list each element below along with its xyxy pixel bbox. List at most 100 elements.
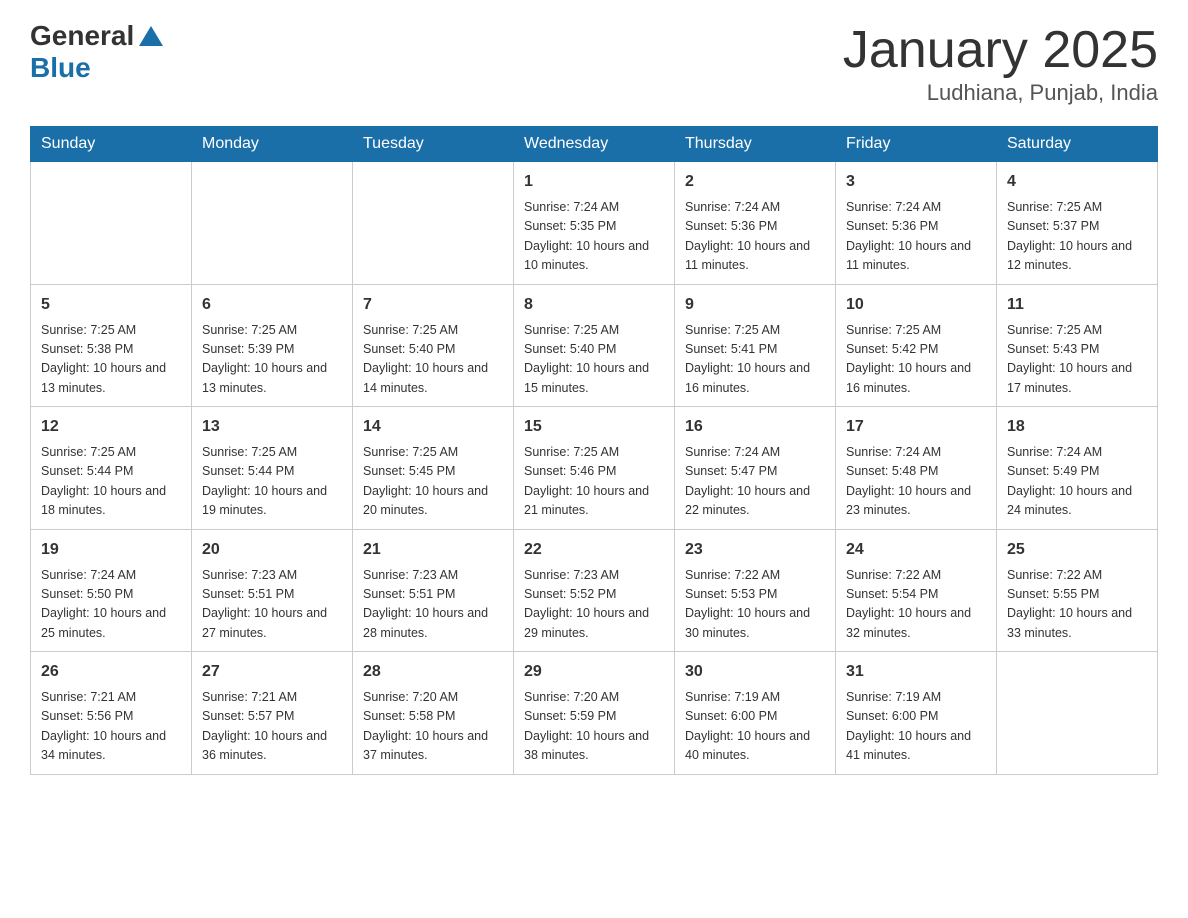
calendar-cell: 31 Sunrise: 7:19 AM Sunset: 6:00 PM Dayli… xyxy=(836,652,997,775)
day-number: 4 xyxy=(1007,170,1147,194)
day-number: 24 xyxy=(846,538,986,562)
day-number: 31 xyxy=(846,660,986,684)
day-number: 20 xyxy=(202,538,342,562)
calendar-cell: 24 Sunrise: 7:22 AM Sunset: 5:54 PM Dayli… xyxy=(836,529,997,652)
calendar-cell: 16Sunrise: 7:24 AM Sunset: 5:47 PM Dayli… xyxy=(675,407,836,530)
day-info: Sunrise: 7:24 AM Sunset: 5:36 PM Dayligh… xyxy=(685,198,825,276)
calendar-cell: 15 Sunrise: 7:25 AM Sunset: 5:46 PM Dayli… xyxy=(514,407,675,530)
calendar-cell: 2Sunrise: 7:24 AM Sunset: 5:36 PM Daylig… xyxy=(675,162,836,285)
day-info: Sunrise: 7:25 AM Sunset: 5:38 PM Dayligh… xyxy=(41,321,181,399)
day-info: Sunrise: 7:25 AM Sunset: 5:46 PM Dayligh… xyxy=(524,443,664,521)
day-number: 25 xyxy=(1007,538,1147,562)
calendar-title: January 2025 xyxy=(843,20,1158,80)
week-row-3: 12 Sunrise: 7:25 AM Sunset: 5:44 PM Dayli… xyxy=(31,407,1158,530)
day-info: Sunrise: 7:24 AM Sunset: 5:36 PM Dayligh… xyxy=(846,198,986,276)
calendar-table: SundayMondayTuesdayWednesdayThursdayFrid… xyxy=(30,126,1158,775)
day-info: Sunrise: 7:24 AM Sunset: 5:50 PM Dayligh… xyxy=(41,566,181,644)
day-info: Sunrise: 7:19 AM Sunset: 6:00 PM Dayligh… xyxy=(846,688,986,766)
calendar-cell: 25 Sunrise: 7:22 AM Sunset: 5:55 PM Dayli… xyxy=(997,529,1158,652)
day-info: Sunrise: 7:24 AM Sunset: 5:48 PM Dayligh… xyxy=(846,443,986,521)
day-header-monday: Monday xyxy=(192,127,353,162)
logo-blue-text: Blue xyxy=(30,52,91,83)
day-number: 13 xyxy=(202,415,342,439)
day-info: Sunrise: 7:21 AM Sunset: 5:56 PM Dayligh… xyxy=(41,688,181,766)
day-number: 10 xyxy=(846,293,986,317)
day-number: 17 xyxy=(846,415,986,439)
day-info: Sunrise: 7:25 AM Sunset: 5:43 PM Dayligh… xyxy=(1007,321,1147,399)
week-row-1: 1 Sunrise: 7:24 AM Sunset: 5:35 PM Daylig… xyxy=(31,162,1158,285)
calendar-cell xyxy=(31,162,192,285)
day-number: 14 xyxy=(363,415,503,439)
day-number: 8 xyxy=(524,293,664,317)
day-number: 9 xyxy=(685,293,825,317)
calendar-cell: 13 Sunrise: 7:25 AM Sunset: 5:44 PM Dayli… xyxy=(192,407,353,530)
days-header-row: SundayMondayTuesdayWednesdayThursdayFrid… xyxy=(31,127,1158,162)
calendar-cell xyxy=(353,162,514,285)
day-info: Sunrise: 7:20 AM Sunset: 5:59 PM Dayligh… xyxy=(524,688,664,766)
calendar-cell: 9 Sunrise: 7:25 AM Sunset: 5:41 PM Daylig… xyxy=(675,284,836,407)
day-number: 6 xyxy=(202,293,342,317)
calendar-cell: 6 Sunrise: 7:25 AM Sunset: 5:39 PM Daylig… xyxy=(192,284,353,407)
day-info: Sunrise: 7:25 AM Sunset: 5:40 PM Dayligh… xyxy=(524,321,664,399)
day-number: 27 xyxy=(202,660,342,684)
day-info: Sunrise: 7:25 AM Sunset: 5:39 PM Dayligh… xyxy=(202,321,342,399)
calendar-cell: 27Sunrise: 7:21 AM Sunset: 5:57 PM Dayli… xyxy=(192,652,353,775)
calendar-cell: 21 Sunrise: 7:23 AM Sunset: 5:51 PM Dayli… xyxy=(353,529,514,652)
day-number: 7 xyxy=(363,293,503,317)
week-row-4: 19 Sunrise: 7:24 AM Sunset: 5:50 PM Dayli… xyxy=(31,529,1158,652)
day-number: 5 xyxy=(41,293,181,317)
day-number: 11 xyxy=(1007,293,1147,317)
day-number: 23 xyxy=(685,538,825,562)
page-header: General Blue January 2025 Ludhiana, Punj… xyxy=(30,20,1158,106)
day-number: 12 xyxy=(41,415,181,439)
day-info: Sunrise: 7:24 AM Sunset: 5:35 PM Dayligh… xyxy=(524,198,664,276)
day-header-sunday: Sunday xyxy=(31,127,192,162)
day-info: Sunrise: 7:22 AM Sunset: 5:55 PM Dayligh… xyxy=(1007,566,1147,644)
calendar-cell: 11 Sunrise: 7:25 AM Sunset: 5:43 PM Dayli… xyxy=(997,284,1158,407)
calendar-cell: 4 Sunrise: 7:25 AM Sunset: 5:37 PM Daylig… xyxy=(997,162,1158,285)
day-info: Sunrise: 7:25 AM Sunset: 5:41 PM Dayligh… xyxy=(685,321,825,399)
day-info: Sunrise: 7:23 AM Sunset: 5:51 PM Dayligh… xyxy=(363,566,503,644)
calendar-cell xyxy=(997,652,1158,775)
calendar-subtitle: Ludhiana, Punjab, India xyxy=(843,80,1158,106)
calendar-cell xyxy=(192,162,353,285)
day-info: Sunrise: 7:25 AM Sunset: 5:40 PM Dayligh… xyxy=(363,321,503,399)
calendar-cell: 28Sunrise: 7:20 AM Sunset: 5:58 PM Dayli… xyxy=(353,652,514,775)
day-header-wednesday: Wednesday xyxy=(514,127,675,162)
day-header-thursday: Thursday xyxy=(675,127,836,162)
calendar-cell: 17 Sunrise: 7:24 AM Sunset: 5:48 PM Dayli… xyxy=(836,407,997,530)
day-number: 19 xyxy=(41,538,181,562)
day-info: Sunrise: 7:25 AM Sunset: 5:37 PM Dayligh… xyxy=(1007,198,1147,276)
day-info: Sunrise: 7:20 AM Sunset: 5:58 PM Dayligh… xyxy=(363,688,503,766)
day-header-saturday: Saturday xyxy=(997,127,1158,162)
day-number: 29 xyxy=(524,660,664,684)
calendar-cell: 30Sunrise: 7:19 AM Sunset: 6:00 PM Dayli… xyxy=(675,652,836,775)
day-info: Sunrise: 7:24 AM Sunset: 5:49 PM Dayligh… xyxy=(1007,443,1147,521)
calendar-cell: 1 Sunrise: 7:24 AM Sunset: 5:35 PM Daylig… xyxy=(514,162,675,285)
day-info: Sunrise: 7:25 AM Sunset: 5:44 PM Dayligh… xyxy=(41,443,181,521)
calendar-cell: 29 Sunrise: 7:20 AM Sunset: 5:59 PM Dayli… xyxy=(514,652,675,775)
day-header-friday: Friday xyxy=(836,127,997,162)
calendar-cell: 26Sunrise: 7:21 AM Sunset: 5:56 PM Dayli… xyxy=(31,652,192,775)
day-number: 22 xyxy=(524,538,664,562)
calendar-cell: 3Sunrise: 7:24 AM Sunset: 5:36 PM Daylig… xyxy=(836,162,997,285)
day-info: Sunrise: 7:24 AM Sunset: 5:47 PM Dayligh… xyxy=(685,443,825,521)
day-number: 21 xyxy=(363,538,503,562)
day-number: 15 xyxy=(524,415,664,439)
day-info: Sunrise: 7:22 AM Sunset: 5:53 PM Dayligh… xyxy=(685,566,825,644)
calendar-cell: 10Sunrise: 7:25 AM Sunset: 5:42 PM Dayli… xyxy=(836,284,997,407)
day-number: 1 xyxy=(524,170,664,194)
day-info: Sunrise: 7:25 AM Sunset: 5:44 PM Dayligh… xyxy=(202,443,342,521)
calendar-cell: 23 Sunrise: 7:22 AM Sunset: 5:53 PM Dayli… xyxy=(675,529,836,652)
day-info: Sunrise: 7:22 AM Sunset: 5:54 PM Dayligh… xyxy=(846,566,986,644)
day-header-tuesday: Tuesday xyxy=(353,127,514,162)
day-info: Sunrise: 7:23 AM Sunset: 5:52 PM Dayligh… xyxy=(524,566,664,644)
week-row-2: 5 Sunrise: 7:25 AM Sunset: 5:38 PM Daylig… xyxy=(31,284,1158,407)
calendar-cell: 7 Sunrise: 7:25 AM Sunset: 5:40 PM Daylig… xyxy=(353,284,514,407)
day-number: 30 xyxy=(685,660,825,684)
logo-general-text: General xyxy=(30,20,134,52)
calendar-cell: 14Sunrise: 7:25 AM Sunset: 5:45 PM Dayli… xyxy=(353,407,514,530)
day-number: 18 xyxy=(1007,415,1147,439)
calendar-cell: 8 Sunrise: 7:25 AM Sunset: 5:40 PM Daylig… xyxy=(514,284,675,407)
day-info: Sunrise: 7:23 AM Sunset: 5:51 PM Dayligh… xyxy=(202,566,342,644)
